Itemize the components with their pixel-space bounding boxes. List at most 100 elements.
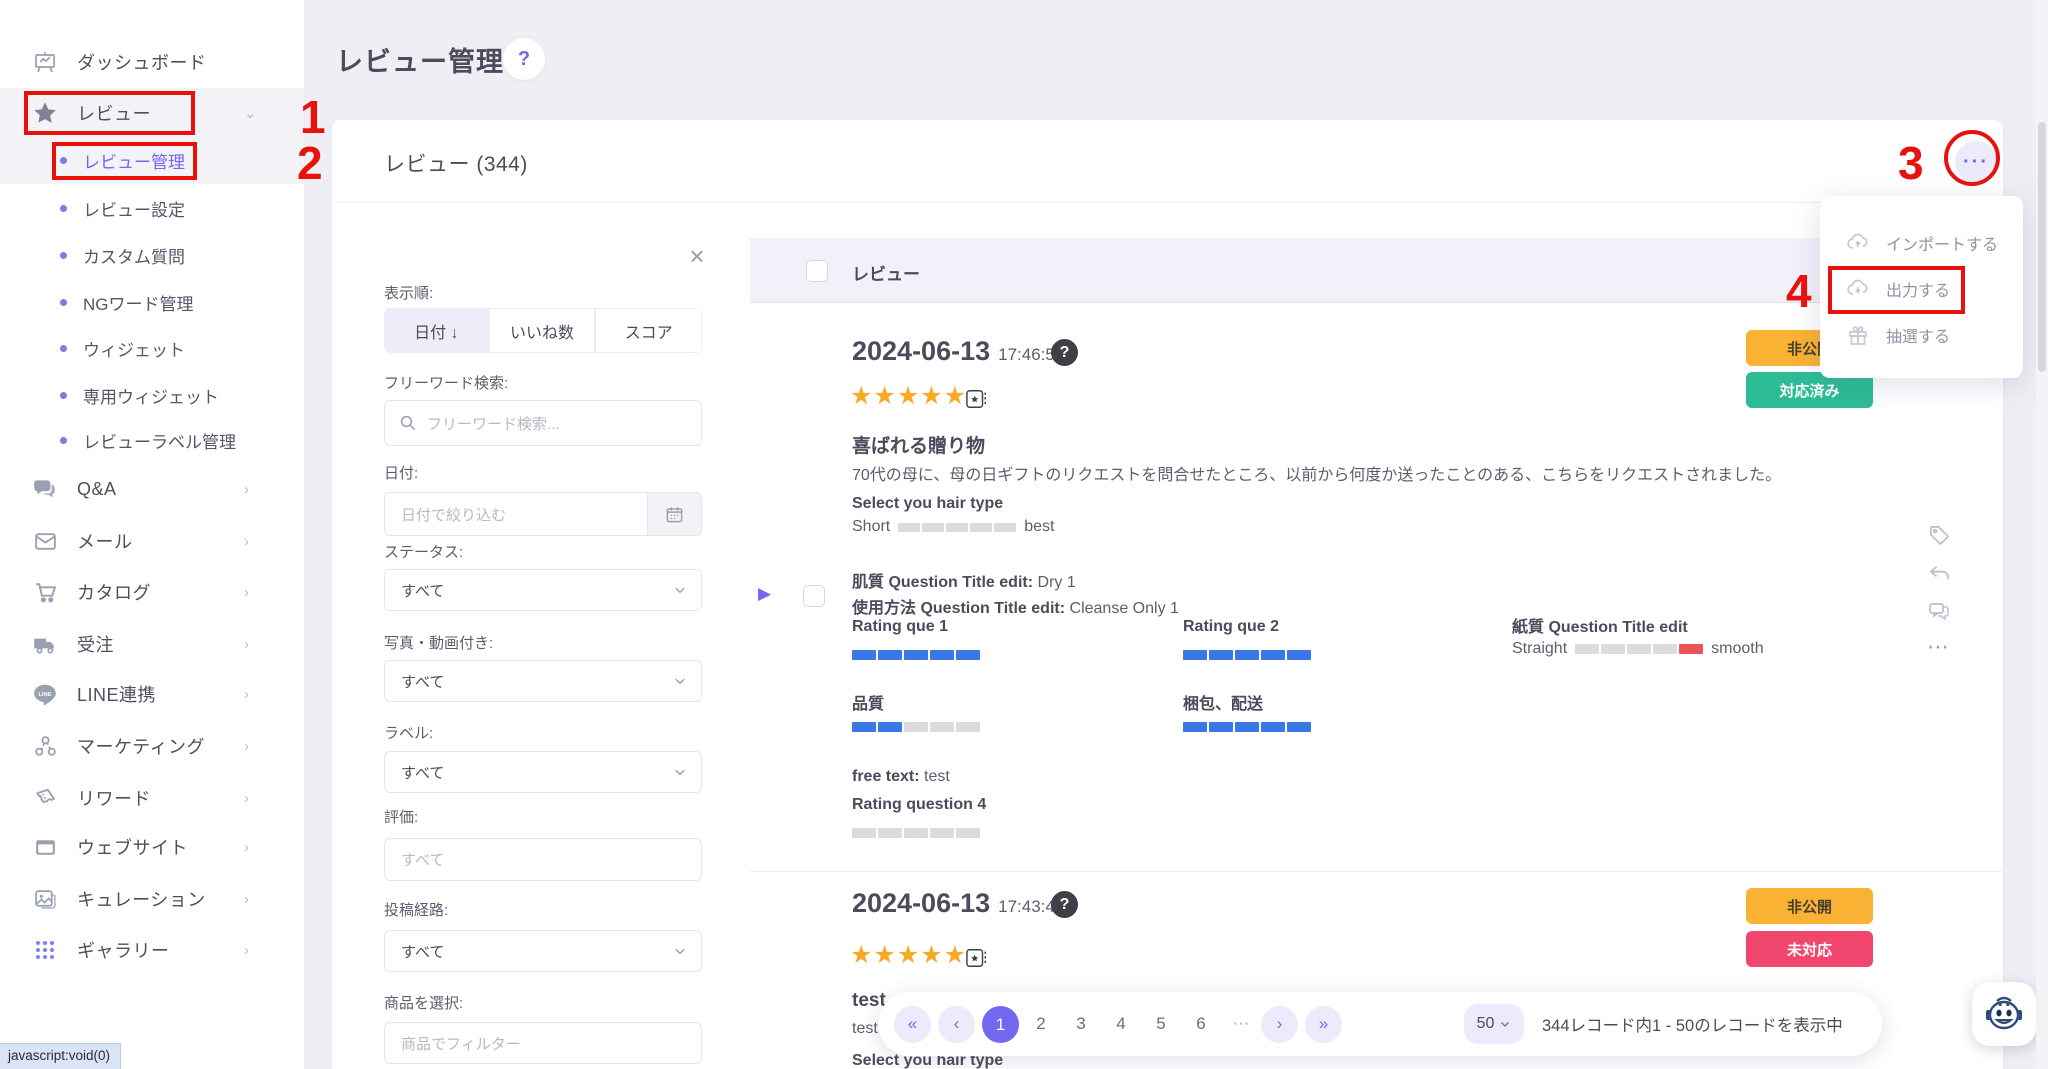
cart-icon xyxy=(32,579,58,605)
sort-tab-likes[interactable]: いいね数 xyxy=(489,308,596,353)
sidebar-item-dashboard[interactable]: ダッシュボード xyxy=(0,38,304,86)
tag-icon[interactable] xyxy=(1926,522,1952,548)
channel-value: すべて xyxy=(401,941,444,962)
star-rating: ★★★★★ xyxy=(850,940,967,970)
sidebar-item-website[interactable]: ウェブサイト › xyxy=(0,823,304,871)
help-icon[interactable]: ? xyxy=(503,38,545,80)
media-value: すべて xyxy=(401,671,444,692)
label-filter-label: ラベル: xyxy=(384,722,433,743)
label-select[interactable]: すべて xyxy=(384,751,702,793)
channel-select[interactable]: すべて xyxy=(384,930,702,972)
pagination-prev-button[interactable]: ‹ xyxy=(938,1006,975,1043)
pagination-page-3[interactable]: 3 xyxy=(1061,1014,1101,1034)
photo-badge-icon xyxy=(965,947,989,969)
review-checkbox[interactable] xyxy=(803,585,825,607)
bullet-icon xyxy=(60,392,67,399)
pagination-page-2[interactable]: 2 xyxy=(1021,1014,1061,1034)
rating-bar xyxy=(898,523,1016,532)
chatbot-button[interactable] xyxy=(1972,982,2036,1046)
pagination-page-4[interactable]: 4 xyxy=(1101,1014,1141,1034)
scale-left-label: Short xyxy=(852,518,890,536)
keyword-search-input[interactable]: フリーワード検索... xyxy=(384,400,702,446)
list-header xyxy=(750,238,2002,303)
status-label: ステータス: xyxy=(384,541,463,562)
bullet-icon xyxy=(60,205,67,212)
image-icon xyxy=(32,886,58,912)
calendar-icon[interactable] xyxy=(647,493,701,535)
product-placeholder: 商品でフィルター xyxy=(401,1033,521,1054)
status-value: すべて xyxy=(401,580,444,601)
question-mark-icon[interactable]: ? xyxy=(1051,891,1078,918)
pagination-page-1[interactable]: 1 xyxy=(982,1006,1019,1043)
paper-question-label: 紙質 Question Title edit xyxy=(1512,613,1688,637)
chevron-right-icon: › xyxy=(244,481,249,498)
question-mark-icon[interactable]: ? xyxy=(1051,339,1078,366)
pagination-first-button[interactable]: « xyxy=(894,1006,931,1043)
sidebar-item-line[interactable]: LINE LINE連携 › xyxy=(0,670,304,718)
sidebar-item-marketing[interactable]: マーケティング › xyxy=(0,722,304,770)
review-date: 2024-06-1317:46:51 xyxy=(852,336,1064,367)
media-select[interactable]: すべて xyxy=(384,660,702,702)
free-text-row: free text: test xyxy=(852,768,950,786)
rating-que1-label: Rating que 1 xyxy=(852,618,948,636)
page-scrollbar[interactable] xyxy=(2036,0,2048,1069)
chat-icon xyxy=(32,476,58,502)
pagination-page-6[interactable]: 6 xyxy=(1181,1014,1221,1034)
sidebar-subitem-widget[interactable]: ウィジェット xyxy=(0,326,304,370)
review-body: test xyxy=(852,1020,878,1038)
product-label: 商品を選択: xyxy=(384,992,463,1013)
page-size-select[interactable]: 50 xyxy=(1464,1004,1524,1044)
menu-item-lottery[interactable]: 抽選する xyxy=(1820,313,2023,357)
sidebar-subitem-review-label[interactable]: レビューラベル管理 xyxy=(0,418,304,462)
chevron-down-icon xyxy=(1499,1018,1511,1030)
sidebar-item-curation[interactable]: キュレーション › xyxy=(0,875,304,923)
chevron-right-icon: › xyxy=(244,686,249,703)
comment-icon[interactable] xyxy=(1926,598,1952,624)
bullet-icon xyxy=(60,252,67,259)
search-icon xyxy=(399,414,417,432)
sort-tab-score[interactable]: スコア xyxy=(595,308,702,353)
reply-icon[interactable] xyxy=(1926,560,1952,586)
ticket-icon xyxy=(32,785,58,811)
sidebar-item-gallery[interactable]: ギャラリー › xyxy=(0,926,304,974)
annotation-box-2 xyxy=(52,142,197,180)
sidebar-item-orders[interactable]: 受注 › xyxy=(0,620,304,668)
review-divider xyxy=(750,871,2002,872)
sidebar-subitem-dedicated-widget[interactable]: 専用ウィジェット xyxy=(0,373,304,417)
keyword-placeholder: フリーワード検索... xyxy=(427,413,560,434)
hair-answer-row: Short best xyxy=(852,518,1055,536)
menu-item-import[interactable]: インポートする xyxy=(1820,221,2023,265)
product-filter-input[interactable]: 商品でフィルター xyxy=(384,1022,702,1064)
scrollbar-thumb[interactable] xyxy=(2038,122,2046,372)
sidebar-item-mail[interactable]: メール › xyxy=(0,517,304,565)
status-select[interactable]: すべて xyxy=(384,569,702,611)
pagination-next-button[interactable]: › xyxy=(1261,1006,1298,1043)
sidebar-item-reward[interactable]: リワード › xyxy=(0,774,304,822)
rating-filter-input[interactable]: すべて xyxy=(384,838,702,881)
bullet-icon xyxy=(60,437,67,444)
pagination-page-5[interactable]: 5 xyxy=(1141,1014,1181,1034)
sidebar-item-qa[interactable]: Q&A › xyxy=(0,465,304,513)
list-header-label: レビュー xyxy=(852,260,920,285)
sidebar-subitem-ngword[interactable]: NGワード管理 xyxy=(0,280,304,324)
annotation-box-1 xyxy=(24,91,195,135)
rating-bar xyxy=(852,650,980,660)
truck-icon xyxy=(32,631,58,657)
pagination-last-button[interactable]: » xyxy=(1305,1006,1342,1043)
sidebar-subitem-review-settei[interactable]: レビュー設定 xyxy=(0,186,304,230)
rating-que2-label: Rating que 2 xyxy=(1183,618,1279,636)
sort-tab-date[interactable]: 日付 ↓ xyxy=(384,308,489,353)
browser-status-bar: javascript:void(0) xyxy=(0,1043,121,1069)
bullet-icon xyxy=(60,299,67,306)
annotation-box-4 xyxy=(1828,266,1965,314)
date-filter-input[interactable]: 日付で絞り込む xyxy=(384,492,702,536)
select-all-checkbox[interactable] xyxy=(806,260,828,282)
close-icon[interactable]: × xyxy=(684,244,710,270)
sidebar-item-catalog[interactable]: カタログ › xyxy=(0,568,304,616)
row-more-icon[interactable]: ⋯ xyxy=(1926,634,1952,660)
sidebar-subitem-custom-question[interactable]: カスタム質問 xyxy=(0,233,304,277)
expand-triangle-icon[interactable]: ▶ xyxy=(758,584,771,604)
bullet-icon xyxy=(60,345,67,352)
chevron-down-icon xyxy=(673,944,687,958)
photo-badge-icon xyxy=(965,388,989,410)
